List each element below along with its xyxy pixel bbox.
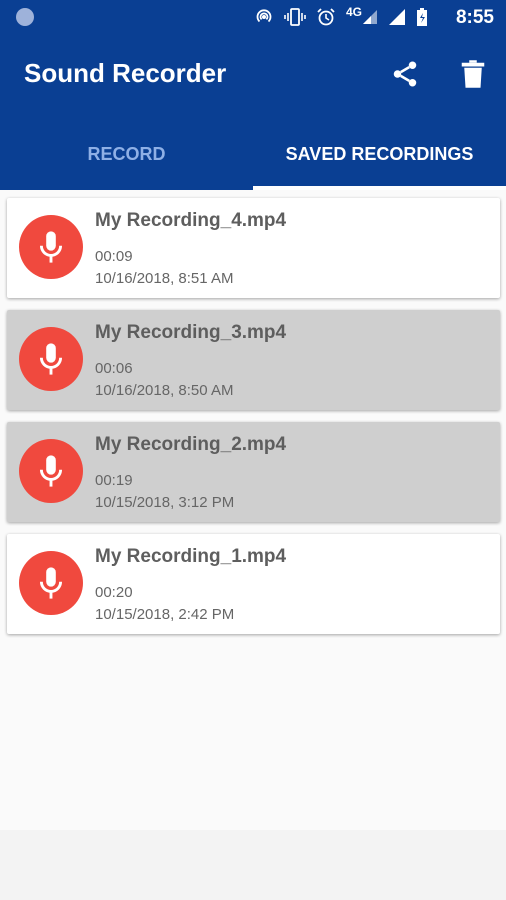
tab-selected-indicator xyxy=(253,186,506,190)
recording-date: 10/16/2018, 8:50 AM xyxy=(95,382,234,399)
recording-date: 10/15/2018, 3:12 PM xyxy=(95,494,235,511)
share-button[interactable] xyxy=(387,56,423,92)
status-icons: 4G xyxy=(254,5,428,28)
recording-duration: 00:20 xyxy=(95,584,133,601)
battery-icon xyxy=(416,6,428,28)
share-icon xyxy=(393,61,417,87)
mic-icon xyxy=(19,551,83,615)
recording-name: My Recording_3.mp4 xyxy=(95,322,287,343)
tab-saved-recordings-label: SAVED RECORDINGS xyxy=(285,143,474,164)
tab-record-label: RECORD xyxy=(87,143,166,164)
tab-saved-recordings[interactable]: SAVED RECORDINGS xyxy=(253,118,506,190)
recording-date: 10/15/2018, 2:42 PM xyxy=(95,606,235,623)
recordings-list: My Recording_4.mp4 00:09 10/16/2018, 8:5… xyxy=(7,198,500,646)
mic-icon xyxy=(19,215,83,279)
recording-name: My Recording_4.mp4 xyxy=(95,210,287,231)
signal-4g-icon: 4G xyxy=(346,5,378,28)
delete-button[interactable] xyxy=(455,56,491,92)
recording-item[interactable]: My Recording_3.mp4 00:06 10/16/2018, 8:5… xyxy=(7,310,500,410)
wifi-signal-icon xyxy=(388,6,406,28)
status-bar: 4G 8:55 xyxy=(0,0,506,34)
alarm-icon xyxy=(316,6,336,28)
mic-icon xyxy=(19,327,83,391)
tab-record[interactable]: RECORD xyxy=(0,118,253,190)
app-bar: Sound Recorder xyxy=(0,34,506,118)
app-title: Sound Recorder xyxy=(24,58,227,88)
recording-name: My Recording_2.mp4 xyxy=(95,434,287,455)
hotspot-icon xyxy=(254,6,274,28)
notification-dot-icon xyxy=(16,8,34,26)
bottom-area xyxy=(0,830,506,900)
recording-duration: 00:19 xyxy=(95,472,133,489)
vibrate-icon xyxy=(284,6,306,28)
recording-item[interactable]: My Recording_1.mp4 00:20 10/15/2018, 2:4… xyxy=(7,534,500,634)
trash-icon xyxy=(461,60,485,88)
status-time: 8:55 xyxy=(455,7,494,28)
tab-bar: RECORD SAVED RECORDINGS xyxy=(0,118,506,190)
mic-icon xyxy=(19,439,83,503)
recording-duration: 00:09 xyxy=(95,248,133,265)
recording-item[interactable]: My Recording_4.mp4 00:09 10/16/2018, 8:5… xyxy=(7,198,500,298)
recording-name: My Recording_1.mp4 xyxy=(95,546,287,567)
recording-date: 10/16/2018, 8:51 AM xyxy=(95,270,234,287)
recording-item[interactable]: My Recording_2.mp4 00:19 10/15/2018, 3:1… xyxy=(7,422,500,522)
recording-duration: 00:06 xyxy=(95,360,133,377)
